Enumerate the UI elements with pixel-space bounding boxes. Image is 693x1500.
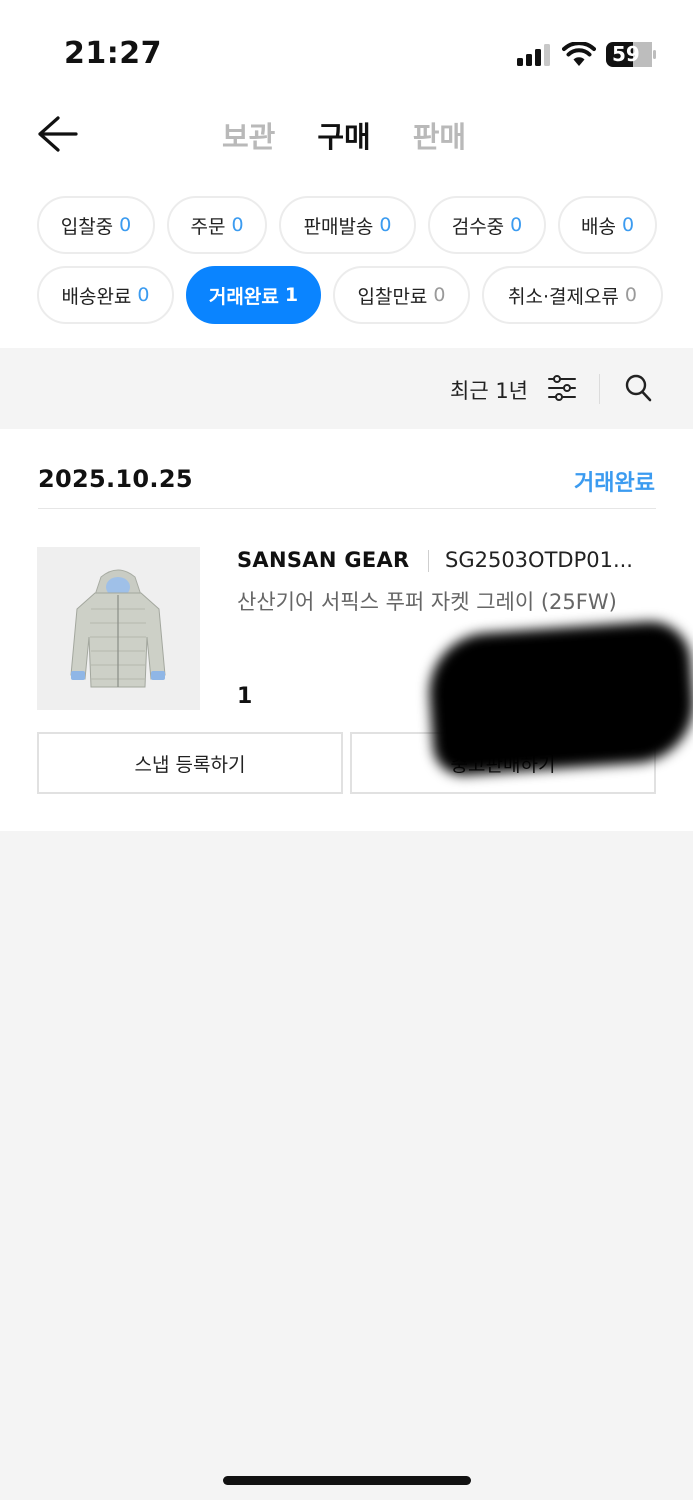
chip-label: 배송 <box>580 215 616 238</box>
chip-inspection[interactable]: 검수중 0 <box>428 196 546 254</box>
product-code: SG2503OTDP01... <box>445 548 633 572</box>
chip-label: 판매발송 <box>303 215 374 238</box>
chip-label: 배송완료 <box>61 285 132 308</box>
tab-storage[interactable]: 보관 <box>222 114 275 156</box>
order-date: 2025.10.25 <box>38 465 193 493</box>
order-quantity: 1 <box>237 684 253 709</box>
chip-label: 입찰만료 <box>357 285 428 308</box>
tab-purchase[interactable]: 구매 <box>317 114 370 156</box>
search-icon[interactable] <box>624 373 652 403</box>
order-status[interactable]: 거래완료 <box>574 465 655 497</box>
battery-icon: 59 <box>606 42 656 67</box>
chip-bid-expired[interactable]: 입찰만료 0 <box>333 266 470 324</box>
chip-count: 0 <box>137 284 150 306</box>
chip-count: 0 <box>231 214 244 236</box>
tab-sale[interactable]: 판매 <box>413 114 466 156</box>
battery-level: 59 <box>612 42 640 66</box>
chip-sale-shipping[interactable]: 판매발송 0 <box>279 196 416 254</box>
product-image[interactable] <box>37 547 200 710</box>
chip-bidding[interactable]: 입찰중 0 <box>37 196 155 254</box>
chip-count: 0 <box>379 214 392 236</box>
chip-count: 0 <box>433 284 446 306</box>
chip-label: 입찰중 <box>60 215 114 238</box>
jacket-illustration <box>70 569 166 688</box>
chip-count: 1 <box>284 284 299 306</box>
chip-order[interactable]: 주문 0 <box>167 196 267 254</box>
chip-label: 취소·결제오류 <box>507 285 619 308</box>
filter-sliders-icon[interactable] <box>547 374 577 402</box>
filter-divider <box>599 374 600 404</box>
wifi-icon <box>562 42 596 66</box>
chip-label: 거래완료 <box>208 285 279 308</box>
product-brand: SANSAN GEAR <box>237 548 410 572</box>
filter-bar <box>0 348 693 428</box>
home-indicator[interactable] <box>223 1476 471 1485</box>
chip-completed[interactable]: 거래완료 1 <box>186 266 321 324</box>
product-name[interactable]: 산산기어 서픽스 푸퍼 자켓 그레이 (25FW) <box>237 586 637 619</box>
chip-label: 주문 <box>190 215 226 238</box>
back-arrow-icon[interactable] <box>36 114 78 154</box>
card-divider <box>38 508 656 509</box>
chip-count: 0 <box>119 214 132 236</box>
brand-code-separator <box>428 550 429 572</box>
chip-count: 0 <box>510 214 523 236</box>
status-time: 21:27 <box>64 36 162 71</box>
cellular-signal-icon <box>517 44 550 66</box>
chip-cancel-error[interactable]: 취소·결제오류 0 <box>482 266 663 324</box>
redaction-overlay <box>425 618 693 778</box>
chip-delivered[interactable]: 배송완료 0 <box>37 266 174 324</box>
chip-shipping[interactable]: 배송 0 <box>558 196 657 254</box>
chip-label: 검수중 <box>451 215 505 238</box>
snap-register-button[interactable]: 스냅 등록하기 <box>37 732 343 794</box>
tab-bar: 보관 구매 판매 <box>222 114 466 156</box>
chip-count: 0 <box>624 284 637 306</box>
period-filter-label[interactable]: 최근 1년 <box>450 375 528 405</box>
chip-count: 0 <box>621 214 635 236</box>
